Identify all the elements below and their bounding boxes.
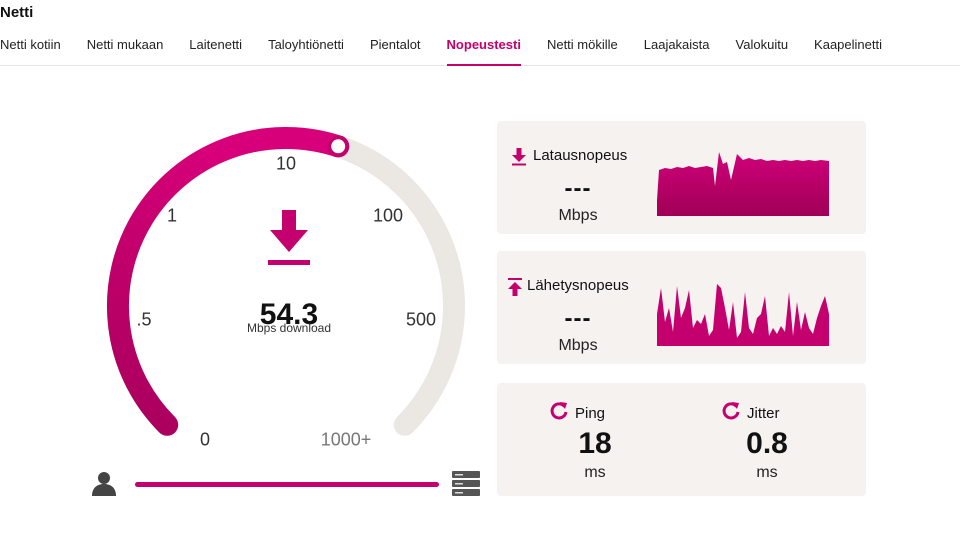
ping-title: Ping: [575, 405, 606, 422]
ping-metric: Ping 18 ms: [499, 383, 649, 496]
ping-refresh-icon: [550, 402, 568, 420]
download-speed-unit: Mbps download: [246, 321, 332, 335]
tab-netti-mokille[interactable]: Netti mökille: [547, 36, 618, 66]
ping-unit: ms: [584, 464, 606, 481]
upload-icon: [508, 278, 522, 296]
scale-label-500: 500: [405, 309, 437, 330]
download-unit: Mbps: [558, 207, 598, 224]
connection-progress: [90, 470, 484, 498]
upload-sparkline: [657, 284, 829, 346]
download-sparkline: [657, 152, 829, 216]
scale-label-1000-plus: 1000+: [320, 429, 372, 450]
scale-label-1: 1: [166, 205, 178, 226]
jitter-unit: ms: [756, 464, 778, 481]
section-title: Netti: [0, 4, 34, 21]
tab-bar: Netti kotiin Netti mukaan Laitenetti Tal…: [0, 36, 908, 66]
download-card: Latausnopeus --- Mbps: [497, 121, 866, 234]
scale-label-0: 0: [199, 429, 211, 450]
scale-label-0-5: .5: [136, 309, 152, 330]
tab-valokuitu[interactable]: Valokuitu: [736, 36, 789, 66]
ping-value: 18: [578, 427, 612, 460]
jitter-title: Jitter: [747, 405, 780, 422]
tab-laajakaista[interactable]: Laajakaista: [644, 36, 710, 66]
upload-unit: Mbps: [558, 337, 598, 354]
tab-kaapelinetti[interactable]: Kaapelinetti: [814, 36, 882, 66]
scale-label-10: 10: [275, 153, 297, 174]
progress-track: [135, 482, 439, 487]
progress-fill: [135, 482, 439, 487]
latency-card: Ping 18 ms Jitter 0.8 ms: [497, 383, 866, 496]
download-value: ---: [564, 175, 592, 202]
jitter-value: 0.8: [746, 427, 788, 460]
tab-netti-kotiin[interactable]: Netti kotiin: [0, 36, 61, 66]
download-arrow-icon: [268, 210, 310, 265]
upload-value: ---: [564, 305, 592, 332]
tab-laitenetti[interactable]: Laitenetti: [189, 36, 242, 66]
user-icon: [92, 472, 116, 496]
tab-nopeustesti[interactable]: Nopeustesti: [446, 36, 522, 66]
upload-title: Lähetysnopeus: [527, 277, 629, 294]
tab-pientalot[interactable]: Pientalot: [370, 36, 421, 66]
gauge-fill: [107, 126, 350, 436]
upload-card: Lähetysnopeus --- Mbps: [497, 251, 866, 364]
download-icon: [512, 148, 526, 166]
top-navigation: Netti Netti kotiin Netti mukaan Laitenet…: [0, 0, 960, 66]
speed-gauge: 0 .5 1 10 100 500 1000+ 54.3 Mbps downlo…: [90, 118, 490, 508]
tab-taloyhtionetti[interactable]: Taloyhtiönetti: [268, 36, 344, 66]
jitter-metric: Jitter 0.8 ms: [671, 383, 821, 496]
scale-label-100: 100: [372, 205, 404, 226]
download-title: Latausnopeus: [533, 147, 628, 164]
jitter-refresh-icon: [722, 402, 740, 420]
server-icon: [452, 471, 480, 496]
gauge-knob: [327, 135, 350, 158]
tab-netti-mukaan[interactable]: Netti mukaan: [87, 36, 164, 66]
